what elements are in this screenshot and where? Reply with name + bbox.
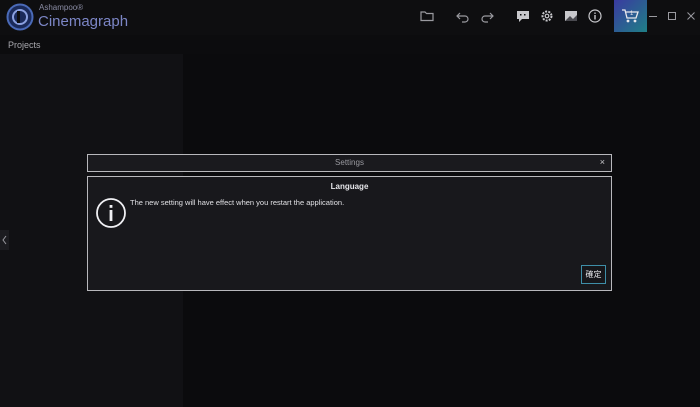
brand-vendor: Ashampoo®	[39, 3, 84, 12]
settings-dialog-titlebar: Settings ×	[87, 154, 612, 172]
title-bar: Ashampoo® Cinemagraph 1	[0, 0, 700, 35]
cart-icon: 1	[622, 9, 639, 23]
minimize-icon[interactable]	[646, 9, 660, 23]
app-name: Cinemagraph	[38, 13, 129, 30]
cart-button[interactable]: 1	[614, 0, 647, 32]
sidebar-collapse-button[interactable]	[0, 230, 9, 250]
ok-button[interactable]: 確定	[581, 265, 606, 284]
dialog-title: Settings	[335, 158, 364, 167]
dialog-heading: Language	[330, 182, 369, 191]
close-icon[interactable]	[684, 9, 698, 23]
info-icon[interactable]	[587, 8, 603, 24]
projects-label: Projects	[8, 40, 41, 50]
info-icon	[96, 198, 126, 228]
undo-icon[interactable]	[455, 8, 471, 24]
dialog-close-button[interactable]: ×	[600, 157, 605, 167]
dialog-message: The new setting will have effect when yo…	[130, 198, 345, 207]
image-icon[interactable]	[563, 8, 579, 24]
app-logo-icon	[6, 3, 34, 31]
maximize-icon[interactable]	[665, 9, 679, 23]
folder-icon[interactable]	[419, 8, 435, 24]
gear-icon[interactable]	[539, 8, 555, 24]
settings-dialog-body: Language The new setting will have effec…	[87, 176, 612, 291]
chevron-left-icon	[2, 235, 7, 245]
redo-icon[interactable]	[479, 8, 495, 24]
feedback-icon[interactable]	[515, 8, 531, 24]
